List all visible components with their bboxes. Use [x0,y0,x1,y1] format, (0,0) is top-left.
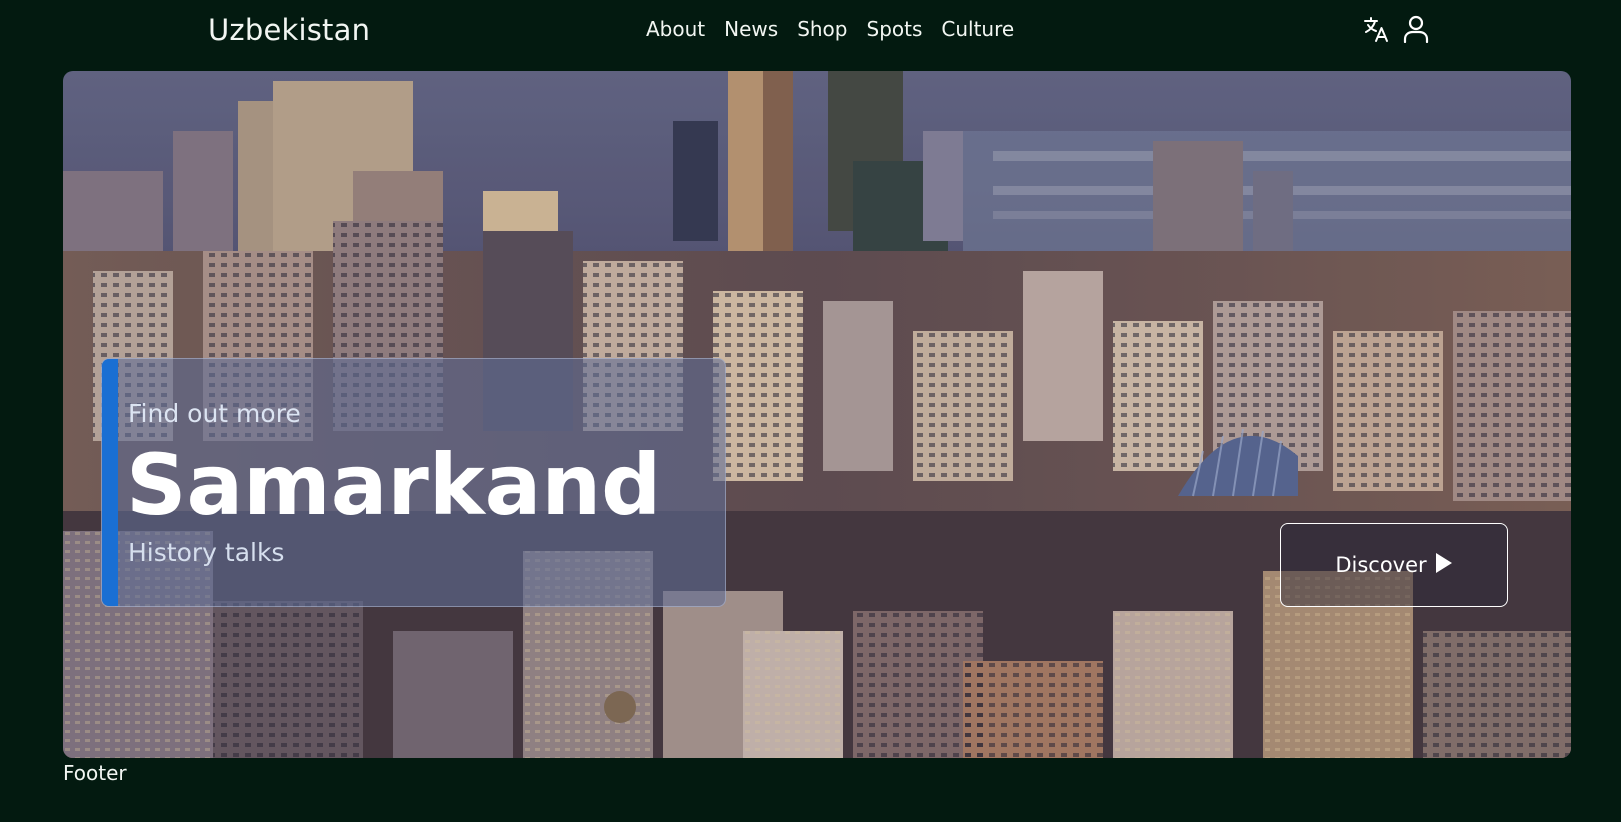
user-icon[interactable] [1402,14,1430,44]
nav-shop[interactable]: Shop [797,15,847,43]
card-subtitle: History talks [128,538,285,567]
nav-culture[interactable]: Culture [941,15,1014,43]
header-actions [1362,14,1430,44]
play-triangle-icon [1435,552,1453,578]
nav-news[interactable]: News [724,15,778,43]
nav-spots[interactable]: Spots [867,15,923,43]
card-accent-bar [102,359,118,606]
hero-info-card: Find out more Samarkand History talks [101,358,726,607]
discover-label: Discover [1335,553,1427,577]
nav-about[interactable]: About [646,15,705,43]
site-header: Uzbekistan About News Shop Spots Culture [0,0,1621,60]
hero-section: Find out more Samarkand History talks Di… [63,71,1571,758]
translate-icon[interactable] [1362,14,1390,44]
card-title: Samarkand [126,436,662,534]
card-eyebrow: Find out more [128,399,301,428]
site-footer: Footer [63,761,127,785]
main-nav: About News Shop Spots Culture [646,15,1014,43]
discover-button[interactable]: Discover [1280,523,1508,607]
brand-logo[interactable]: Uzbekistan [208,12,370,48]
